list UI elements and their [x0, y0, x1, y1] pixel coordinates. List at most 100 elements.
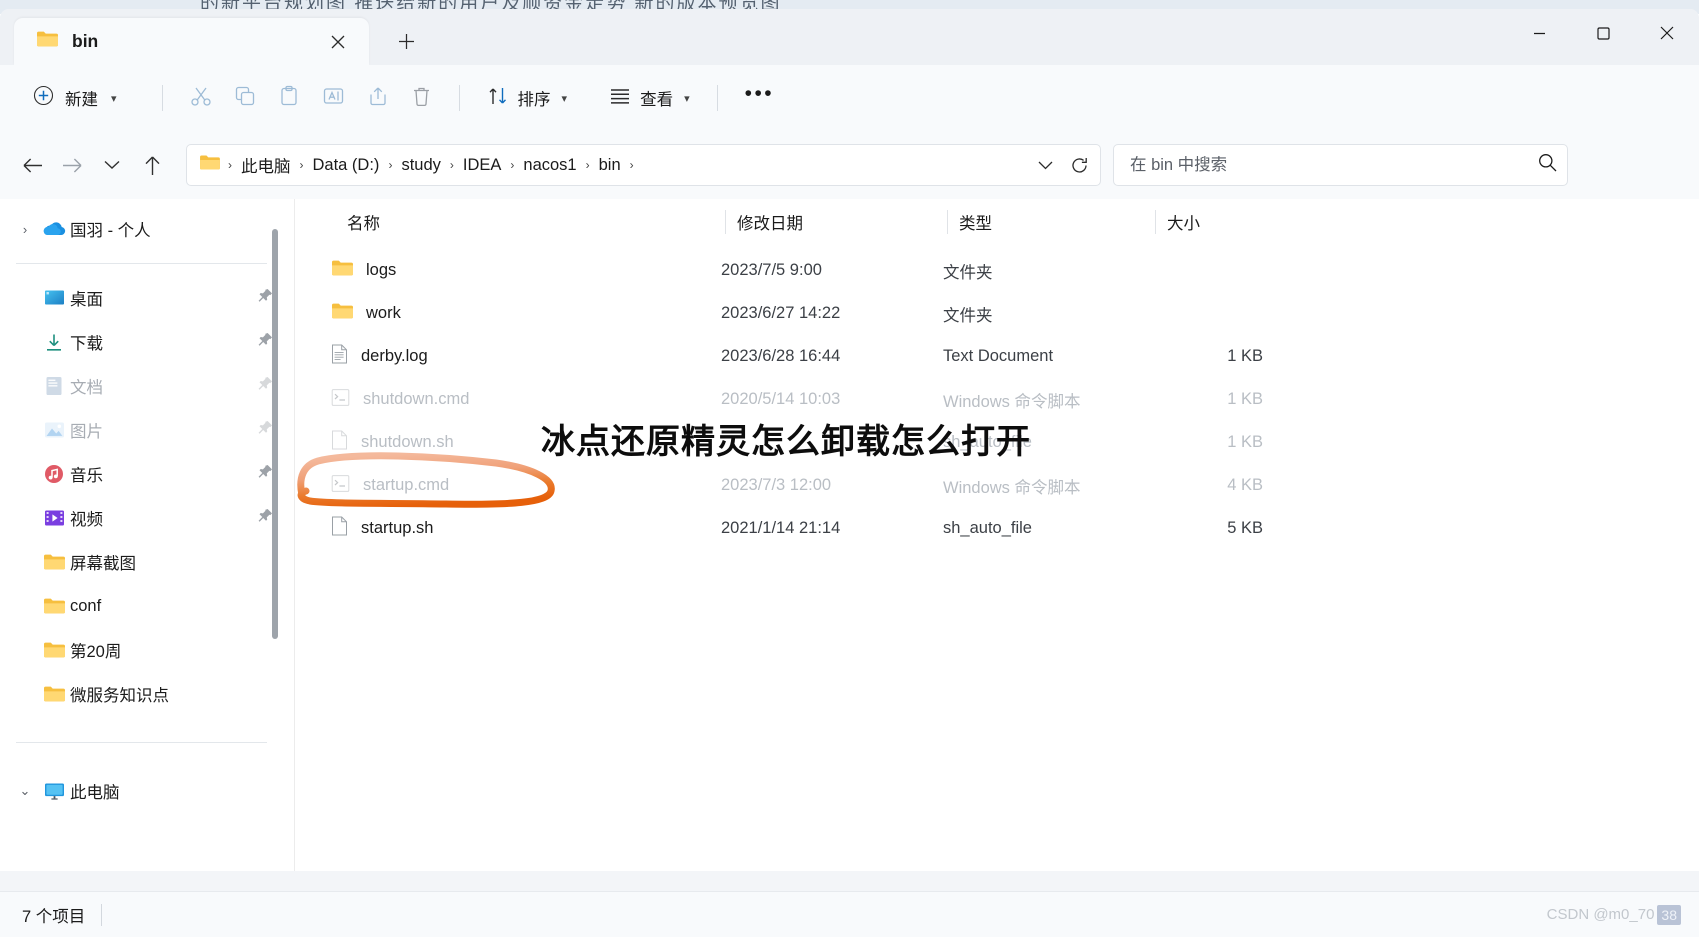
pin-icon[interactable]: [258, 288, 273, 308]
folder-icon: [38, 553, 70, 571]
pictures-icon: [38, 421, 70, 439]
table-row[interactable]: shutdown.sh sh_auto_file 1 KB: [295, 421, 1699, 464]
file-list-pane: ⌃ 名称 修改日期 类型 大小 logs 2023/7/5 9:00 文件夹 w…: [295, 199, 1699, 871]
maximize-icon[interactable]: [1571, 9, 1635, 57]
sidebar-item-microservice-notes[interactable]: 微服务知识点: [8, 672, 279, 716]
column-header-size[interactable]: 大小: [1155, 199, 1305, 245]
new-tab-icon[interactable]: [387, 22, 425, 60]
breadcrumb-item-0[interactable]: 此电脑: [234, 149, 298, 181]
file-date-cell: 2020/5/14 10:03: [721, 390, 841, 408]
toolbar-divider-3: [716, 85, 718, 111]
more-options-button[interactable]: •••: [734, 77, 786, 119]
table-row[interactable]: startup.sh 2021/1/14 21:14 sh_auto_file …: [295, 507, 1699, 550]
sidebar-item-downloads[interactable]: 下载: [8, 320, 279, 364]
command-bar: 新建 ▾ 排序 ▾ 查看 ▾ •••: [0, 65, 1699, 131]
sidebar-item-label: 桌面: [70, 291, 103, 309]
sidebar-item-label: 微服务知识点: [70, 687, 169, 705]
sidebar-scrollbar[interactable]: [272, 229, 278, 639]
table-row[interactable]: startup.cmd 2023/7/3 12:00 Windows 命令脚本 …: [295, 464, 1699, 507]
sidebar-item-videos[interactable]: 视频: [8, 496, 279, 540]
close-tab-icon[interactable]: [321, 25, 355, 59]
chevron-down-icon[interactable]: ⌄: [12, 783, 38, 799]
sidebar-item-this-pc[interactable]: ⌄ 此电脑: [8, 769, 279, 813]
onedrive-cloud-icon: [38, 221, 70, 238]
paste-button[interactable]: [267, 77, 311, 119]
pin-icon[interactable]: [258, 332, 273, 352]
new-button[interactable]: 新建 ▾: [20, 77, 130, 119]
table-row[interactable]: shutdown.cmd 2020/5/14 10:03 Windows 命令脚…: [295, 378, 1699, 421]
tab-bin[interactable]: bin: [14, 18, 369, 65]
file-size-cell: 1 KB: [1227, 347, 1263, 365]
search-icon[interactable]: [1538, 153, 1557, 177]
rename-button[interactable]: [311, 77, 356, 119]
column-header-name[interactable]: 名称: [335, 199, 725, 245]
cut-button[interactable]: [179, 77, 223, 119]
recent-locations-button[interactable]: [92, 145, 132, 185]
pin-icon[interactable]: [258, 376, 273, 396]
search-box[interactable]: [1113, 144, 1568, 186]
trash-icon: [411, 85, 432, 112]
file-name-text: startup.cmd: [363, 476, 450, 494]
view-button[interactable]: 查看 ▾: [598, 77, 701, 119]
sidebar-item-onedrive[interactable]: › 国羽 - 个人: [8, 207, 279, 251]
sidebar-item-label: 视频: [70, 511, 103, 529]
scissors-icon: [190, 85, 212, 112]
pin-icon[interactable]: [258, 464, 273, 484]
file-type-cell: Windows 命令脚本: [943, 392, 1081, 411]
file-rows: logs 2023/7/5 9:00 文件夹 work 2023/6/27 14…: [295, 245, 1699, 550]
pin-icon[interactable]: [258, 420, 273, 440]
sidebar-item-desktop[interactable]: 桌面: [8, 276, 279, 320]
sidebar-item-week20[interactable]: 第20周: [8, 628, 279, 672]
file-type-cell: Text Document: [943, 347, 1054, 365]
rename-icon: [322, 85, 345, 112]
clipboard-icon: [278, 85, 300, 112]
folder-icon: [38, 641, 70, 659]
sidebar-item-music[interactable]: 音乐: [8, 452, 279, 496]
address-bar[interactable]: › 此电脑 › Data (D:) › study › IDEA › nacos…: [186, 144, 1101, 186]
sort-button[interactable]: 排序 ▾: [476, 77, 579, 119]
file-name-cell: work: [319, 302, 709, 325]
sidebar-item-pictures[interactable]: 图片: [8, 408, 279, 452]
pin-icon[interactable]: [258, 508, 273, 528]
minimize-icon[interactable]: [1507, 9, 1571, 57]
forward-button[interactable]: [52, 145, 92, 185]
refresh-icon[interactable]: [1062, 148, 1096, 182]
file-size-cell: 5 KB: [1227, 519, 1263, 537]
copy-button[interactable]: [223, 77, 267, 119]
status-bar: 7 个项目 CSDN @m0_70 38: [0, 891, 1699, 937]
address-dropdown-icon[interactable]: [1028, 148, 1062, 182]
table-row[interactable]: work 2023/6/27 14:22 文件夹: [295, 292, 1699, 335]
sidebar-item-documents[interactable]: 文档: [8, 364, 279, 408]
delete-button[interactable]: [400, 77, 443, 119]
copy-icon: [234, 85, 256, 112]
plus-circle-icon: [33, 85, 54, 111]
explorer-body: › 国羽 - 个人 桌面 下载 文档 图片 音乐 视频 屏幕截图 conf 第2…: [0, 199, 1699, 871]
search-input[interactable]: [1130, 155, 1538, 175]
screen: 的新平台规划图 推送给新的用户及顺资金走势 新的版本预览图 bin 新建 ▾ 排…: [0, 0, 1699, 937]
file-size-cell: 1 KB: [1227, 433, 1263, 451]
table-row[interactable]: logs 2023/7/5 9:00 文件夹: [295, 249, 1699, 292]
breadcrumb-item-2[interactable]: study: [394, 152, 447, 179]
column-header-type[interactable]: 类型: [947, 199, 1155, 245]
breadcrumb-item-1[interactable]: Data (D:): [306, 152, 387, 179]
chevron-right-icon[interactable]: ›: [12, 222, 38, 237]
item-count-label: 7 个项目: [22, 907, 86, 926]
back-button[interactable]: [12, 145, 52, 185]
file-date-cell: 2023/6/28 16:44: [721, 347, 841, 365]
sidebar-item-screenshots[interactable]: 屏幕截图: [8, 540, 279, 584]
chevron-down-icon: ▾: [111, 92, 117, 105]
column-header-date[interactable]: 修改日期: [725, 199, 947, 245]
list-lines-icon: [609, 86, 631, 111]
close-window-icon[interactable]: [1635, 9, 1699, 57]
up-button[interactable]: [132, 145, 172, 185]
breadcrumb-item-4[interactable]: nacos1: [516, 152, 583, 179]
breadcrumb-item-3[interactable]: IDEA: [456, 152, 509, 179]
sidebar-item-conf[interactable]: conf: [8, 584, 279, 628]
text-file-icon: [331, 344, 348, 369]
table-row[interactable]: derby.log 2023/6/28 16:44 Text Document …: [295, 335, 1699, 378]
share-button[interactable]: [356, 77, 400, 119]
sidebar-item-label: 音乐: [70, 467, 103, 485]
breadcrumb-item-5[interactable]: bin: [592, 152, 628, 179]
sidebar-item-label: 此电脑: [70, 784, 120, 802]
sidebar-item-label: 文档: [70, 379, 103, 397]
